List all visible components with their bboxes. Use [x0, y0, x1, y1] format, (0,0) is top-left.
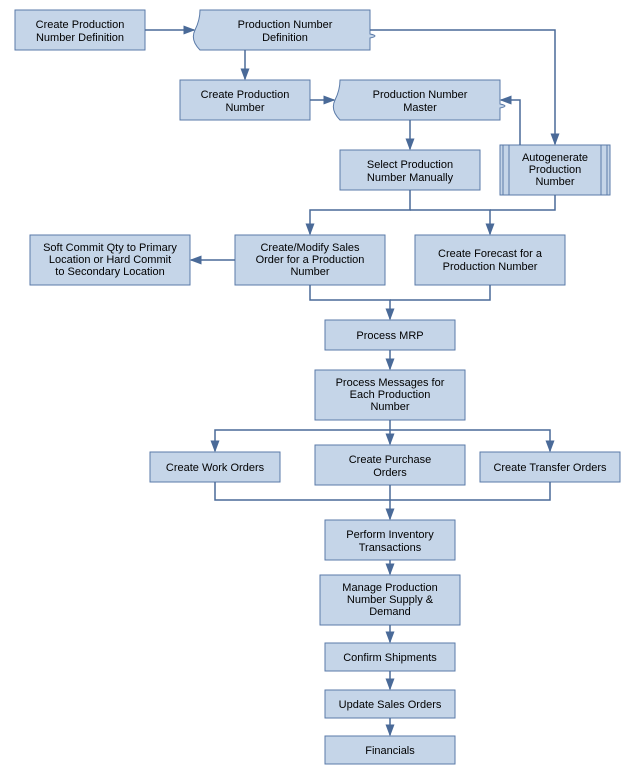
arrow — [390, 285, 490, 300]
arrow — [410, 210, 490, 234]
label-create-transfer: Create Transfer Orders — [493, 462, 607, 474]
arrow — [490, 195, 555, 210]
label-create-work: Create Work Orders — [166, 462, 265, 474]
arrow — [310, 285, 390, 319]
label-perform-inv: Perform InventoryTransactions — [346, 529, 434, 554]
label-process-mrp: Process MRP — [356, 330, 423, 342]
label-create-prod-num-def: Create ProductionNumber Definition — [36, 19, 125, 44]
arrow — [310, 190, 410, 234]
label-update-sales: Update Sales Orders — [339, 699, 442, 711]
label-soft-commit: Soft Commit Qty to PrimaryLocation or Ha… — [43, 242, 177, 278]
label-select-manual: Select ProductionNumber Manually — [367, 159, 454, 184]
label-create-forecast: Create Forecast for aProduction Number — [438, 248, 543, 273]
label-confirm-ship: Confirm Shipments — [343, 652, 437, 664]
label-financials: Financials — [365, 745, 415, 757]
